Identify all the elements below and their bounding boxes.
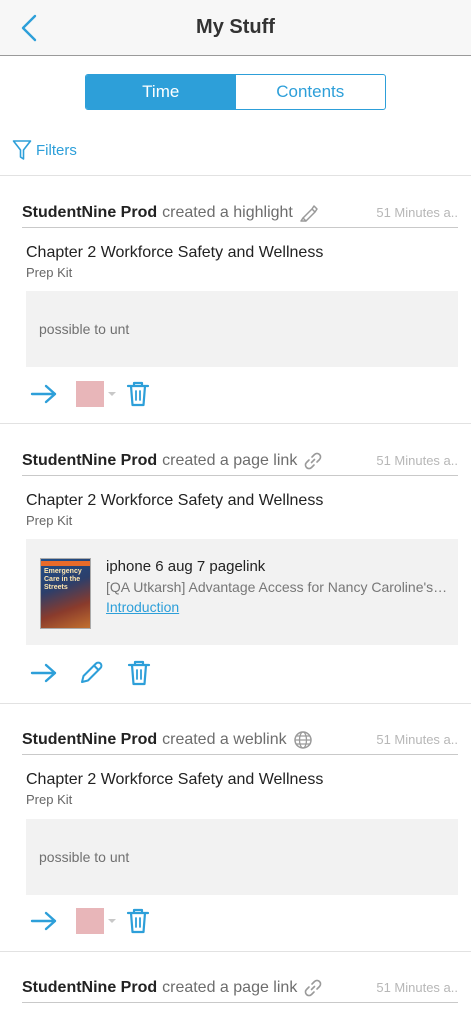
edit-button[interactable] bbox=[78, 660, 104, 686]
book-cover-thumbnail: Emergency Care in the Streets bbox=[40, 558, 91, 629]
author-name: StudentNine Prod bbox=[22, 203, 158, 221]
pencil-icon bbox=[81, 661, 103, 683]
cover-band bbox=[41, 561, 90, 566]
chapter-title: Chapter 2 Workforce Safety and Wellness bbox=[26, 771, 324, 788]
timestamp: 51 Minutes a.. bbox=[376, 732, 458, 747]
action-text: created a page link bbox=[162, 978, 298, 996]
link-icon bbox=[303, 978, 323, 998]
tab-time[interactable]: Time bbox=[86, 75, 236, 109]
highlighter-icon bbox=[299, 203, 319, 223]
trash-icon bbox=[127, 660, 151, 686]
go-to-button[interactable] bbox=[30, 662, 58, 684]
action-text: created a weblink bbox=[162, 730, 287, 748]
card-actions bbox=[30, 377, 151, 411]
cover-title: Emergency Care in the Streets bbox=[44, 568, 82, 591]
card-actions bbox=[30, 904, 151, 938]
delete-button[interactable] bbox=[125, 907, 151, 935]
author-name: StudentNine Prod bbox=[22, 978, 158, 996]
chevron-down-icon bbox=[108, 919, 116, 923]
timestamp: 51 Minutes a.. bbox=[376, 980, 458, 995]
link-icon bbox=[303, 451, 323, 471]
trash-icon bbox=[126, 908, 150, 934]
card-actions bbox=[30, 656, 152, 690]
tab-contents[interactable]: Contents bbox=[236, 75, 386, 109]
page-title: My Stuff bbox=[196, 16, 275, 38]
activity-card: StudentNine Prod created a page link 51 … bbox=[0, 973, 471, 1019]
divider bbox=[0, 703, 471, 704]
chapter-title: Chapter 2 Workforce Safety and Wellness bbox=[26, 244, 324, 261]
link-section[interactable]: Introduction bbox=[106, 599, 179, 615]
activity-card: StudentNine Prod created a highlight 51 … bbox=[0, 198, 471, 424]
activity-card: StudentNine Prod created a weblink 51 Mi… bbox=[0, 725, 471, 952]
arrow-right-icon bbox=[30, 663, 57, 683]
card-header: StudentNine Prod created a page link 51 … bbox=[22, 446, 458, 476]
go-to-button[interactable] bbox=[30, 383, 58, 405]
author-name: StudentNine Prod bbox=[22, 730, 158, 748]
author-name: StudentNine Prod bbox=[22, 451, 158, 469]
book-title: Prep Kit bbox=[26, 265, 73, 280]
navigation-bar: My Stuff bbox=[0, 0, 471, 56]
divider bbox=[0, 951, 471, 952]
divider bbox=[0, 175, 471, 176]
chapter-title: Chapter 2 Workforce Safety and Wellness bbox=[26, 492, 324, 509]
timestamp: 51 Minutes a.. bbox=[376, 205, 458, 220]
go-to-button[interactable] bbox=[30, 910, 58, 932]
card-header: StudentNine Prod created a highlight 51 … bbox=[22, 198, 458, 228]
card-header: StudentNine Prod created a weblink 51 Mi… bbox=[22, 725, 458, 755]
activity-card: StudentNine Prod created a page link 51 … bbox=[0, 446, 471, 704]
highlight-text: possible to unt bbox=[26, 291, 458, 367]
view-mode-segmented-control: Time Contents bbox=[85, 74, 386, 110]
delete-button[interactable] bbox=[126, 659, 152, 687]
filters-button[interactable]: Filters bbox=[12, 137, 77, 163]
card-header: StudentNine Prod created a page link 51 … bbox=[22, 973, 458, 1003]
filter-icon bbox=[12, 140, 32, 160]
highlight-color-swatch bbox=[76, 908, 104, 934]
color-picker[interactable] bbox=[76, 908, 116, 934]
weblink-text: possible to unt bbox=[26, 819, 458, 895]
action-text: created a highlight bbox=[162, 203, 293, 221]
filters-label: Filters bbox=[36, 141, 77, 159]
link-title: iphone 6 aug 7 pagelink bbox=[106, 558, 266, 575]
arrow-right-icon bbox=[30, 911, 57, 931]
divider bbox=[0, 423, 471, 424]
trash-icon bbox=[126, 381, 150, 407]
book-title: Prep Kit bbox=[26, 513, 73, 528]
action-text: created a page link bbox=[162, 451, 298, 469]
globe-icon bbox=[293, 730, 313, 750]
book-title: Prep Kit bbox=[26, 792, 73, 807]
arrow-right-icon bbox=[30, 384, 57, 404]
timestamp: 51 Minutes a.. bbox=[376, 453, 458, 468]
highlight-color-swatch bbox=[76, 381, 104, 407]
chevron-down-icon bbox=[108, 392, 116, 396]
page-link-preview[interactable]: Emergency Care in the Streets iphone 6 a… bbox=[26, 539, 458, 645]
link-book-name: [QA Utkarsh] Advantage Access for Nancy … bbox=[106, 579, 448, 595]
delete-button[interactable] bbox=[125, 380, 151, 408]
color-picker[interactable] bbox=[76, 381, 116, 407]
